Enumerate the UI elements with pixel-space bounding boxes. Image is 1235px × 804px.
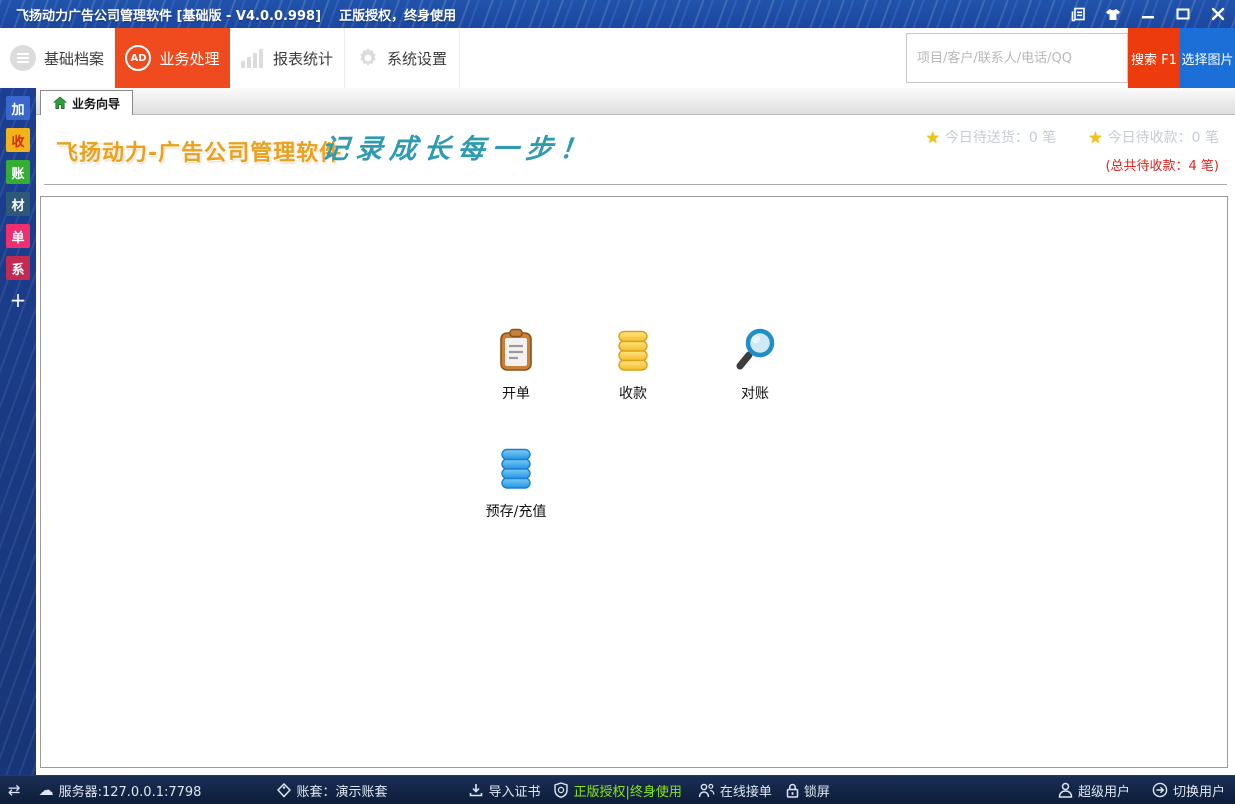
sidebar-item-receive[interactable]: 收	[6, 128, 30, 152]
app-logo-text: 飞扬动力-广告公司管理软件	[56, 135, 342, 167]
bar-chart-icon	[241, 48, 265, 68]
slogan-text: 记录成长每一步！	[320, 127, 596, 166]
nav-system-settings[interactable]: 系统设置	[345, 28, 460, 88]
nav-label: 基础档案	[44, 48, 104, 69]
search-button[interactable]: 搜索 F1	[1128, 28, 1180, 88]
wizard-item-receive-payment[interactable]: 收款	[588, 327, 678, 403]
app-window: 飞扬动力广告公司管理软件 [基础版 - V4.0.0.998] 正版授权，终身使…	[0, 0, 1235, 804]
total-pending-receivable: (总共待收款：4 笔)	[926, 155, 1219, 174]
gear-icon	[357, 47, 379, 69]
wizard-label: 预存/充值	[471, 501, 561, 521]
wizard-panel: 开单 收款	[40, 196, 1228, 768]
status-bar: ⇄ ☁ 服务器:127.0.0.1:7798 账套：演示账套 导入证书 正版授权…	[0, 775, 1235, 804]
home-icon	[53, 96, 67, 110]
sidebar-item-plus[interactable]: +	[6, 288, 30, 312]
nav-label: 业务处理	[159, 48, 219, 69]
copy-window-icon[interactable]	[1067, 3, 1089, 25]
people-icon	[698, 783, 715, 798]
stat-today-receivable: ★ 今日待收款：0 笔	[1088, 127, 1219, 147]
window-controls	[1067, 0, 1229, 28]
maximize-icon[interactable]	[1172, 3, 1194, 25]
wizard-label: 收款	[588, 383, 678, 403]
license-status: 正版授权|终身使用	[554, 781, 681, 800]
nav-business-processing[interactable]: AD 业务处理	[115, 28, 230, 88]
wizard-item-prepay-recharge[interactable]: 预存/充值	[471, 445, 561, 521]
star-icon: ★	[926, 128, 940, 147]
skin-shirt-icon[interactable]	[1102, 3, 1124, 25]
account-set: 账套：演示账套	[277, 781, 387, 800]
stat-today-delivery: ★ 今日待送货：0 笔	[926, 127, 1057, 147]
ad-circle-icon: AD	[125, 45, 151, 71]
arrow-circle-icon	[1152, 782, 1168, 798]
minimize-icon[interactable]	[1137, 3, 1159, 25]
pick-image-button[interactable]: 选择图片	[1180, 28, 1235, 88]
stats-block: ★ 今日待送货：0 笔 ★ 今日待收款：0 笔 (总共待收款：4 笔)	[926, 127, 1219, 174]
blue-coins-icon	[493, 445, 539, 491]
clipboard-icon	[493, 327, 539, 373]
sidebar-item-material[interactable]: 材	[6, 192, 30, 216]
lock-screen[interactable]: 锁屏	[786, 781, 830, 800]
list-circle-icon	[10, 45, 36, 71]
left-sidebar: 加 收 账 材 单 系 +	[0, 88, 36, 775]
titlebar: 飞扬动力广告公司管理软件 [基础版 - V4.0.0.998] 正版授权，终身使…	[0, 0, 1235, 28]
nav-label: 报表统计	[273, 48, 333, 69]
current-user[interactable]: 超级用户	[1058, 781, 1130, 800]
switch-user[interactable]: 切换用户	[1152, 781, 1225, 800]
download-icon	[469, 783, 483, 797]
shield-icon	[554, 782, 568, 798]
user-icon	[1058, 782, 1073, 798]
tab-business-wizard[interactable]: 业务向导	[40, 90, 133, 115]
lock-icon	[786, 783, 799, 798]
sidebar-item-account[interactable]: 账	[6, 160, 30, 184]
tab-bar: 业务向导	[36, 88, 1235, 115]
close-icon[interactable]	[1207, 3, 1229, 25]
main-area: 业务向导 飞扬动力-广告公司管理软件 记录成长每一步！ ★ 今日待送货：0 笔 …	[36, 88, 1235, 775]
window-title: 飞扬动力广告公司管理软件 [基础版 - V4.0.0.998] 正版授权，终身使…	[0, 5, 456, 24]
search-input[interactable]	[906, 33, 1128, 83]
star-icon: ★	[1088, 128, 1102, 147]
sidebar-item-order[interactable]: 单	[6, 224, 30, 248]
content-header: 飞扬动力-广告公司管理软件 记录成长每一步！ ★ 今日待送货：0 笔 ★ 今日待…	[44, 115, 1227, 185]
tag-icon	[277, 783, 291, 798]
wizard-label: 开单	[471, 383, 561, 403]
gold-coins-icon	[610, 327, 656, 373]
cloud-icon: ☁	[39, 783, 54, 798]
tab-label: 业务向导	[72, 95, 120, 112]
sidebar-item-add[interactable]: 加	[6, 96, 30, 120]
wizard-item-create-order[interactable]: 开单	[471, 327, 561, 403]
sync-arrows-icon[interactable]: ⇄	[8, 783, 21, 798]
import-certificate[interactable]: 导入证书	[469, 781, 540, 800]
server-status: ☁ 服务器:127.0.0.1:7798	[39, 781, 202, 800]
nav-basic-archives[interactable]: 基础档案	[0, 28, 115, 88]
wizard-item-reconcile[interactable]: 对账	[710, 327, 800, 403]
nav-report-statistics[interactable]: 报表统计	[230, 28, 345, 88]
nav-label: 系统设置	[387, 48, 447, 69]
wizard-label: 对账	[710, 383, 800, 403]
sidebar-item-system[interactable]: 系	[6, 256, 30, 280]
magnifier-icon	[732, 327, 778, 373]
online-orders[interactable]: 在线接单	[698, 781, 772, 800]
search-zone: 搜索 F1 选择图片	[906, 28, 1235, 88]
